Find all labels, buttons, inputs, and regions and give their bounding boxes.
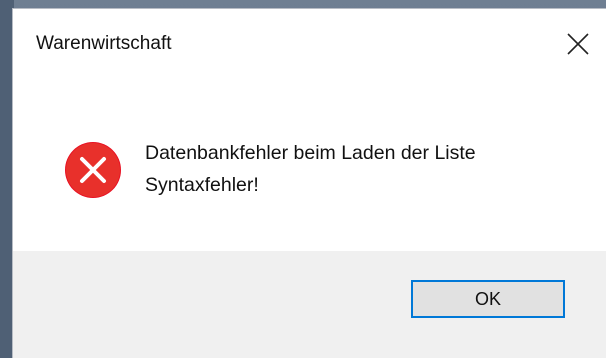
close-button[interactable] <box>555 23 601 65</box>
error-message-line-2: Syntaxfehler! <box>145 174 259 196</box>
error-message: Datenbankfehler beim Laden der Liste Syn… <box>145 137 476 201</box>
ok-button[interactable]: OK <box>411 280 565 318</box>
window-title: Warenwirtschaft <box>36 33 172 54</box>
message-area: Datenbankfehler beim Laden der Liste Syn… <box>13 81 606 251</box>
error-message-line-1: Datenbankfehler beim Laden der Liste <box>145 142 476 164</box>
button-bar: OK <box>13 251 606 358</box>
title-bar: Warenwirtschaft <box>13 9 606 81</box>
message-dialog: Warenwirtschaft Datenbankfehler beim Lad… <box>12 8 606 358</box>
close-icon <box>567 33 589 55</box>
error-icon <box>65 142 121 198</box>
